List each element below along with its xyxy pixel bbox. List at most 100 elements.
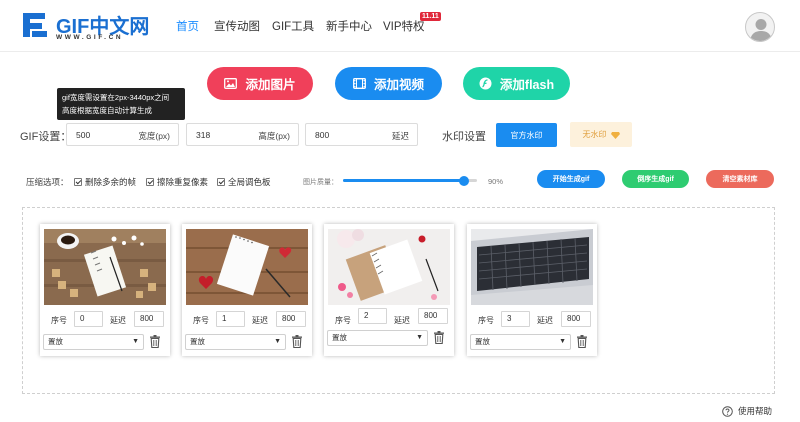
add-flash-button[interactable]: 添加flash — [463, 67, 570, 100]
no-watermark-label: 无水印 — [582, 130, 607, 139]
quality-slider-handle[interactable] — [459, 175, 469, 186]
chevron-down-icon: ▼ — [416, 334, 423, 341]
official-watermark-button[interactable]: 官方水印 — [496, 123, 557, 147]
width-field[interactable]: 500 宽度(px) — [66, 123, 179, 146]
flash-icon — [479, 77, 492, 90]
tooltip-line-2: 高度根据宽度自动计算生成 — [62, 106, 152, 115]
disposal-select-value: 置放 — [48, 337, 63, 346]
delay-label: 延迟 — [252, 316, 268, 325]
delay-label: 延迟 — [537, 316, 553, 325]
frame-image — [328, 229, 450, 305]
frame-thumbnail[interactable] — [471, 229, 593, 305]
diamond-icon — [610, 131, 620, 139]
height-value: 318 — [196, 130, 211, 140]
add-flash-label: 添加flash — [499, 78, 555, 92]
seq-input[interactable]: 0 — [74, 311, 103, 327]
frame-card: 序号 2 延迟 800 置放 ▼ — [324, 224, 454, 356]
nav-item-gif-tools[interactable]: GIF工具 — [272, 18, 314, 34]
user-icon — [750, 19, 772, 41]
delay-input[interactable]: 800 — [276, 311, 306, 327]
width-value: 500 — [76, 130, 91, 140]
seq-label: 序号 — [478, 316, 494, 325]
seq-label: 序号 — [335, 316, 351, 325]
compress-label: 压缩选项： — [26, 177, 69, 187]
no-watermark-button[interactable]: 无水印 — [570, 122, 632, 147]
page: GIF中文网 WWW.GIF.CN 首页 宣传动图 GIF工具 新手中心 VIP… — [0, 0, 800, 422]
disposal-select[interactable]: 置放 ▼ — [470, 334, 571, 350]
disposal-select-value: 置放 — [332, 333, 347, 342]
user-avatar[interactable] — [745, 12, 775, 42]
delay-field[interactable]: 800 延迟 — [305, 123, 418, 146]
checkbox-checked-icon — [217, 178, 225, 186]
nav-item-vip[interactable]: VIP特权 — [383, 18, 425, 34]
frame-image — [186, 229, 308, 305]
option-remove-frames-label: 删除多余的帧 — [85, 177, 137, 187]
tooltip-line-1: gif宽度需设置在2px-3440px之间 — [62, 93, 170, 102]
height-unit: 高度(px) — [258, 131, 290, 141]
frame-card: 序号 3 延迟 800 置放 ▼ — [467, 224, 597, 356]
logo-subtitle: WWW.GIF.CN — [56, 34, 124, 41]
quality-slider-fill — [343, 179, 464, 182]
watermark-settings-label: 水印设置 — [442, 131, 486, 143]
option-erase-pixels-label: 擦除重复像素 — [157, 177, 209, 187]
checkbox-checked-icon — [74, 178, 82, 186]
gif-settings-label: GIF设置： — [20, 131, 72, 143]
nav-item-promo-gif[interactable]: 宣传动图 — [214, 18, 260, 34]
seq-label: 序号 — [51, 316, 67, 325]
seq-label: 序号 — [193, 316, 209, 325]
clear-library-button[interactable]: 清空素材库 — [706, 170, 774, 188]
add-video-button[interactable]: 添加视频 — [335, 67, 442, 100]
delay-unit: 延迟 — [391, 131, 409, 141]
seq-input[interactable]: 3 — [501, 311, 530, 327]
header: GIF中文网 WWW.GIF.CN 首页 宣传动图 GIF工具 新手中心 VIP… — [0, 0, 800, 52]
option-remove-frames[interactable]: 删除多余的帧 — [74, 176, 136, 188]
frame-image — [44, 229, 166, 305]
add-image-button[interactable]: 添加图片 — [207, 67, 313, 100]
site-logo[interactable]: GIF中文网 WWW.GIF.CN — [20, 10, 150, 44]
quality-slider[interactable] — [343, 175, 477, 186]
delay-value: 800 — [315, 130, 330, 140]
seq-input[interactable]: 1 — [216, 311, 245, 327]
delay-input[interactable]: 800 — [418, 308, 448, 324]
chevron-down-icon: ▼ — [559, 338, 566, 345]
option-global-palette-label: 全局调色板 — [228, 177, 271, 187]
nav-item-beginner[interactable]: 新手中心 — [326, 18, 372, 34]
width-unit: 宽度(px) — [138, 131, 170, 141]
frame-thumbnail[interactable] — [328, 229, 450, 305]
chevron-down-icon: ▼ — [274, 338, 281, 345]
add-image-label: 添加图片 — [245, 78, 296, 92]
frame-card: 序号 1 延迟 800 置放 ▼ — [182, 224, 312, 356]
height-field[interactable]: 318 高度(px) — [186, 123, 299, 146]
reverse-generate-button[interactable]: 倒序生成gif — [622, 170, 689, 188]
disposal-select[interactable]: 置放 ▼ — [185, 334, 286, 350]
option-erase-pixels[interactable]: 擦除重复像素 — [146, 176, 208, 188]
add-video-label: 添加视频 — [373, 78, 424, 92]
disposal-select-value: 置放 — [475, 337, 490, 346]
delay-input[interactable]: 800 — [561, 311, 591, 327]
option-global-palette[interactable]: 全局调色板 — [217, 176, 271, 188]
checkbox-checked-icon — [146, 178, 154, 186]
delay-input[interactable]: 800 — [134, 311, 164, 327]
quality-label: 图片质量： — [303, 179, 338, 186]
trash-icon[interactable] — [434, 331, 444, 344]
frame-image — [471, 229, 593, 305]
start-generate-button[interactable]: 开始生成gif — [537, 170, 605, 188]
vip-badge: 11.11 — [420, 12, 441, 21]
trash-icon[interactable] — [292, 335, 302, 348]
disposal-select[interactable]: 置放 ▼ — [43, 334, 144, 350]
trash-icon[interactable] — [577, 335, 587, 348]
quality-value: 90% — [488, 177, 504, 186]
seq-input[interactable]: 2 — [358, 308, 387, 324]
question-circle-icon — [722, 405, 733, 417]
film-icon — [353, 78, 366, 89]
chevron-down-icon: ▼ — [132, 338, 139, 345]
trash-icon[interactable] — [150, 335, 160, 348]
nav-item-home[interactable]: 首页 — [176, 18, 199, 34]
width-tooltip: gif宽度需设置在2px-3440px之间 高度根据宽度自动计算生成 — [57, 88, 185, 120]
frame-card: 序号 0 延迟 800 置放 ▼ — [40, 224, 170, 356]
disposal-select[interactable]: 置放 ▼ — [327, 330, 428, 346]
frame-thumbnail[interactable] — [44, 229, 166, 305]
frame-thumbnail[interactable] — [186, 229, 308, 305]
help-link[interactable]: 使用帮助 — [722, 405, 772, 417]
help-label: 使用帮助 — [738, 406, 773, 416]
